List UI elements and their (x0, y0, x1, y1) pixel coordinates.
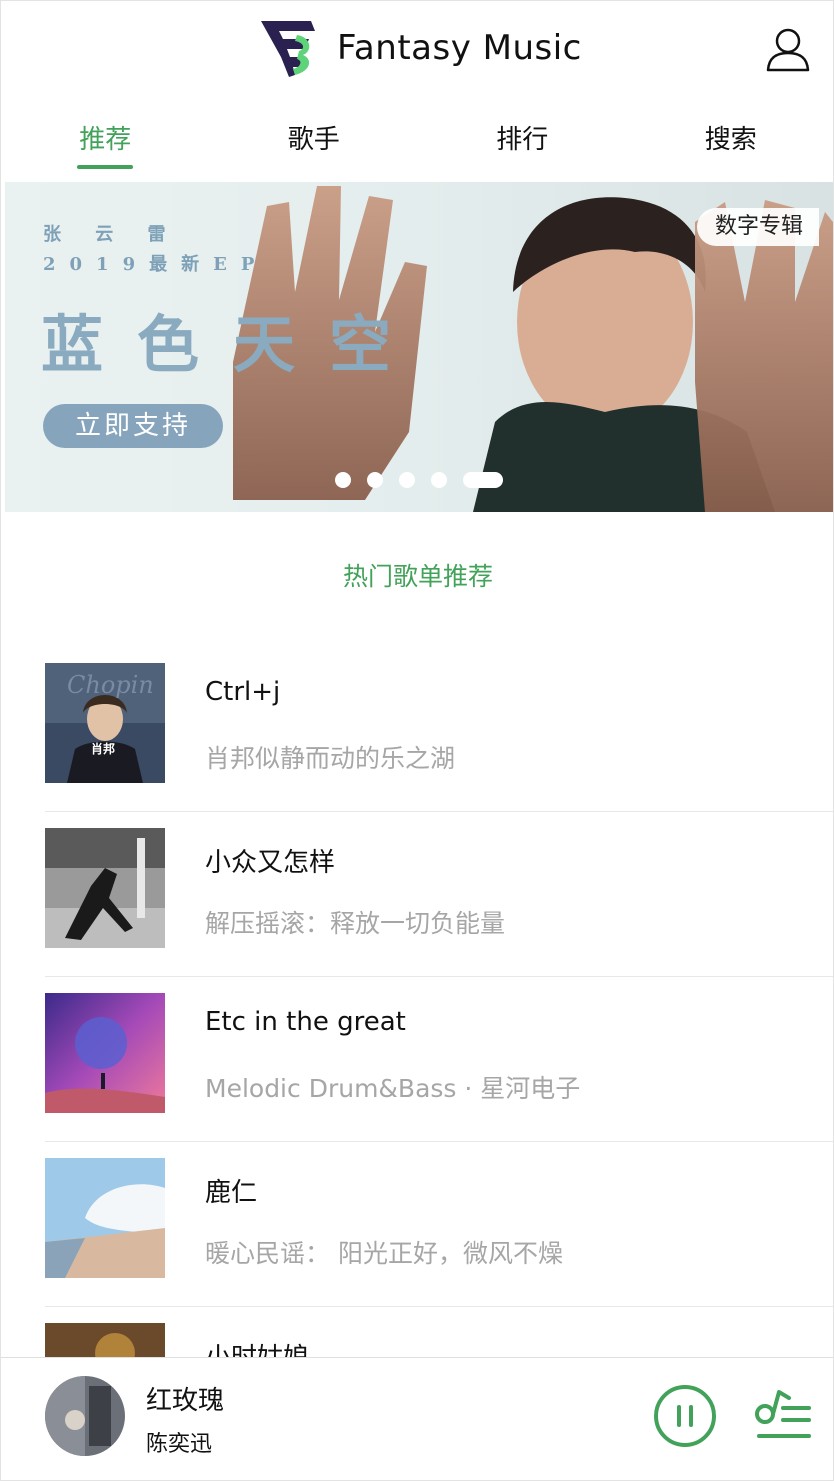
playlist-cover (45, 1158, 165, 1278)
tab-recommend[interactable]: 推荐 (1, 101, 210, 181)
playlist-title: 鹿仁 (205, 1178, 258, 1208)
tab-search[interactable]: 搜索 (627, 101, 834, 181)
playlist-cover: Chopin 肖邦 (45, 663, 165, 783)
playlist-desc: 肖邦似静而动的乐之湖 (205, 744, 456, 773)
playlist-item[interactable]: 小众又怎样 解压摇滚：释放一切负能量 (45, 812, 833, 977)
playlist-desc: Melodic Drum&Bass · 星河电子 (205, 1074, 581, 1103)
tab-singers[interactable]: 歌手 (210, 101, 419, 181)
banner-carousel[interactable]: 张 云 雷 2019最新EP 蓝色天空 立即支持 数字专辑 (5, 182, 833, 512)
carousel-dot-active[interactable] (463, 472, 503, 488)
carousel-dot[interactable] (335, 472, 351, 488)
carousel-dot[interactable] (399, 472, 415, 488)
banner-title: 蓝色天空 (41, 308, 426, 381)
playlist-desc: 解压摇滚：释放一切负能量 (205, 909, 506, 938)
support-button[interactable]: 立即支持 (43, 404, 223, 448)
playlist-title: 小众又怎样 (205, 848, 336, 878)
tab-rankings[interactable]: 排行 (418, 101, 627, 181)
now-playing-title: 红玫瑰 (146, 1386, 225, 1416)
app-title: Fantasy Music (337, 28, 582, 68)
playlist-title: Ctrl+j (205, 677, 281, 707)
playlist-title: Etc in the great (205, 1007, 406, 1037)
now-playing-artist: 陈奕迅 (146, 1432, 213, 1457)
user-icon[interactable] (763, 25, 813, 75)
playlist-desc: 暖心民谣： 阳光正好，微风不燥 (205, 1239, 563, 1268)
playlist-icon[interactable] (753, 1388, 813, 1446)
carousel-dot[interactable] (431, 472, 447, 488)
logo-icon (261, 21, 315, 77)
tab-bar: 推荐 歌手 排行 搜索 (1, 101, 834, 181)
pause-icon[interactable] (653, 1384, 717, 1448)
header: Fantasy Music (1, 1, 833, 97)
app-root: Fantasy Music 推荐 歌手 排行 搜索 张 云 雷 2019最新EP… (0, 0, 834, 1481)
playlist-list: Chopin 肖邦 Ctrl+j 肖邦似静而动的乐之湖 小众又怎样 解压摇滚：释… (45, 647, 833, 1472)
digital-album-tag: 数字专辑 (697, 208, 820, 246)
banner-artist: 张 云 雷 (43, 224, 180, 245)
playlist-item[interactable]: 鹿仁 暖心民谣： 阳光正好，微风不燥 (45, 1142, 833, 1307)
now-playing-cover[interactable] (45, 1376, 125, 1456)
carousel-dots (335, 472, 519, 488)
cover-text: 肖邦 (91, 741, 115, 756)
playlist-cover (45, 828, 165, 948)
brand[interactable]: Fantasy Music (259, 17, 582, 79)
playlist-cover (45, 993, 165, 1113)
banner-subtitle: 2019最新EP (43, 254, 269, 275)
playlist-item[interactable]: Etc in the great Melodic Drum&Bass · 星河电… (45, 977, 833, 1142)
section-title: 热门歌单推荐 (342, 562, 493, 591)
playlist-item[interactable]: Chopin 肖邦 Ctrl+j 肖邦似静而动的乐之湖 (45, 647, 833, 812)
cover-script: Chopin (67, 671, 154, 699)
mini-player[interactable]: 红玫瑰 陈奕迅 (1, 1357, 833, 1480)
carousel-dot[interactable] (367, 472, 383, 488)
